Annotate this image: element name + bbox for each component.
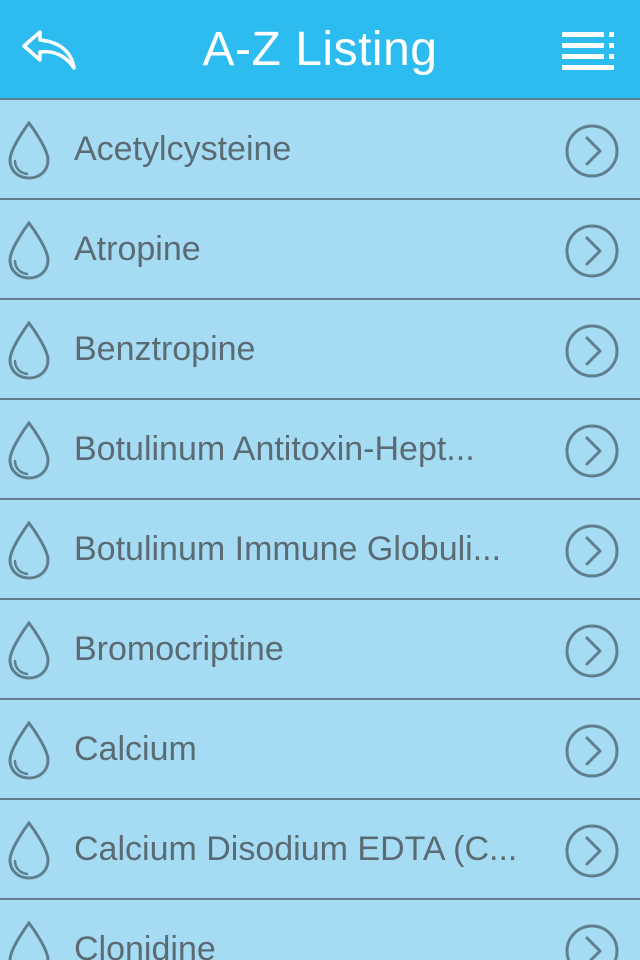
chevron-right-circle-icon[interactable]: [564, 923, 620, 960]
list-item-label: Clonidine: [74, 930, 216, 960]
list-item[interactable]: Botulinum Immune Globuli...: [0, 500, 640, 600]
list-item-label: Botulinum Antitoxin-Hept...: [74, 430, 475, 468]
chevron-right-circle-icon[interactable]: [564, 823, 620, 879]
droplet-icon: [8, 120, 50, 180]
list-menu-icon: [562, 32, 614, 70]
list-item[interactable]: Acetylcysteine: [0, 100, 640, 200]
droplet-icon: [8, 820, 50, 880]
chevron-right-circle-icon[interactable]: [564, 323, 620, 379]
list-item-label: Atropine: [74, 230, 201, 268]
droplet-icon: [8, 720, 50, 780]
list-item[interactable]: Benztropine: [0, 300, 640, 400]
az-list: Acetylcysteine Atropine Benztropine Botu…: [0, 100, 640, 960]
droplet-icon: [8, 220, 50, 280]
droplet-icon: [8, 920, 50, 960]
list-item-label: Bromocriptine: [74, 630, 284, 668]
chevron-right-circle-icon[interactable]: [564, 423, 620, 479]
nav-bar: A-Z Listing: [0, 0, 640, 100]
chevron-right-circle-icon[interactable]: [564, 223, 620, 279]
list-item-label: Calcium: [74, 730, 197, 768]
chevron-right-circle-icon[interactable]: [564, 523, 620, 579]
list-item-label: Acetylcysteine: [74, 130, 292, 168]
chevron-right-circle-icon[interactable]: [564, 723, 620, 779]
droplet-icon: [8, 520, 50, 580]
list-item[interactable]: Calcium: [0, 700, 640, 800]
list-item-label: Botulinum Immune Globuli...: [74, 530, 502, 568]
list-item-label: Calcium Disodium EDTA (C...: [74, 830, 518, 868]
page-title: A-Z Listing: [202, 23, 438, 76]
droplet-icon: [8, 620, 50, 680]
list-item[interactable]: Atropine: [0, 200, 640, 300]
menu-button[interactable]: [562, 30, 620, 70]
list-item[interactable]: Bromocriptine: [0, 600, 640, 700]
droplet-icon: [8, 420, 50, 480]
list-item[interactable]: Clonidine: [0, 900, 640, 960]
droplet-icon: [8, 320, 50, 380]
chevron-right-circle-icon[interactable]: [564, 123, 620, 179]
list-item[interactable]: Botulinum Antitoxin-Hept...: [0, 400, 640, 500]
list-item-label: Benztropine: [74, 330, 256, 368]
chevron-right-circle-icon[interactable]: [564, 623, 620, 679]
list-item[interactable]: Calcium Disodium EDTA (C...: [0, 800, 640, 900]
